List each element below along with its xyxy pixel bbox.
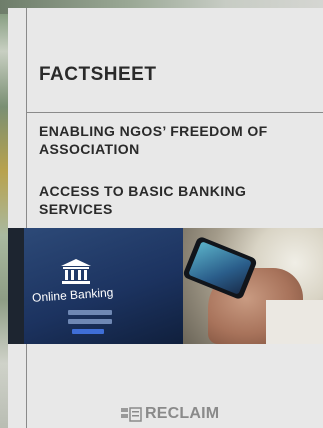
username-field-graphic bbox=[68, 310, 112, 315]
page-title: FACTSHEET bbox=[39, 64, 157, 85]
vertical-rule bbox=[26, 8, 27, 428]
login-button-graphic bbox=[72, 329, 104, 334]
cover-photo: Online Banking bbox=[8, 228, 323, 344]
reclaim-logo-icon bbox=[121, 406, 142, 422]
reclaim-logo-text: RECLAIM bbox=[145, 405, 220, 422]
reclaim-logo: RECLAIM bbox=[120, 404, 219, 424]
sleeve-graphic bbox=[266, 300, 323, 344]
heading-banking-services: ACCESS TO BASIC BANKING SERVICES bbox=[39, 183, 247, 217]
heading-freedom-of-association: ENABLING NGOS’ FREEDOM OF ASSOCIATION bbox=[39, 123, 268, 157]
laptop-frame bbox=[8, 228, 24, 344]
password-field-graphic bbox=[68, 319, 112, 324]
bank-icon bbox=[61, 259, 91, 284]
horizontal-rule bbox=[26, 112, 323, 113]
